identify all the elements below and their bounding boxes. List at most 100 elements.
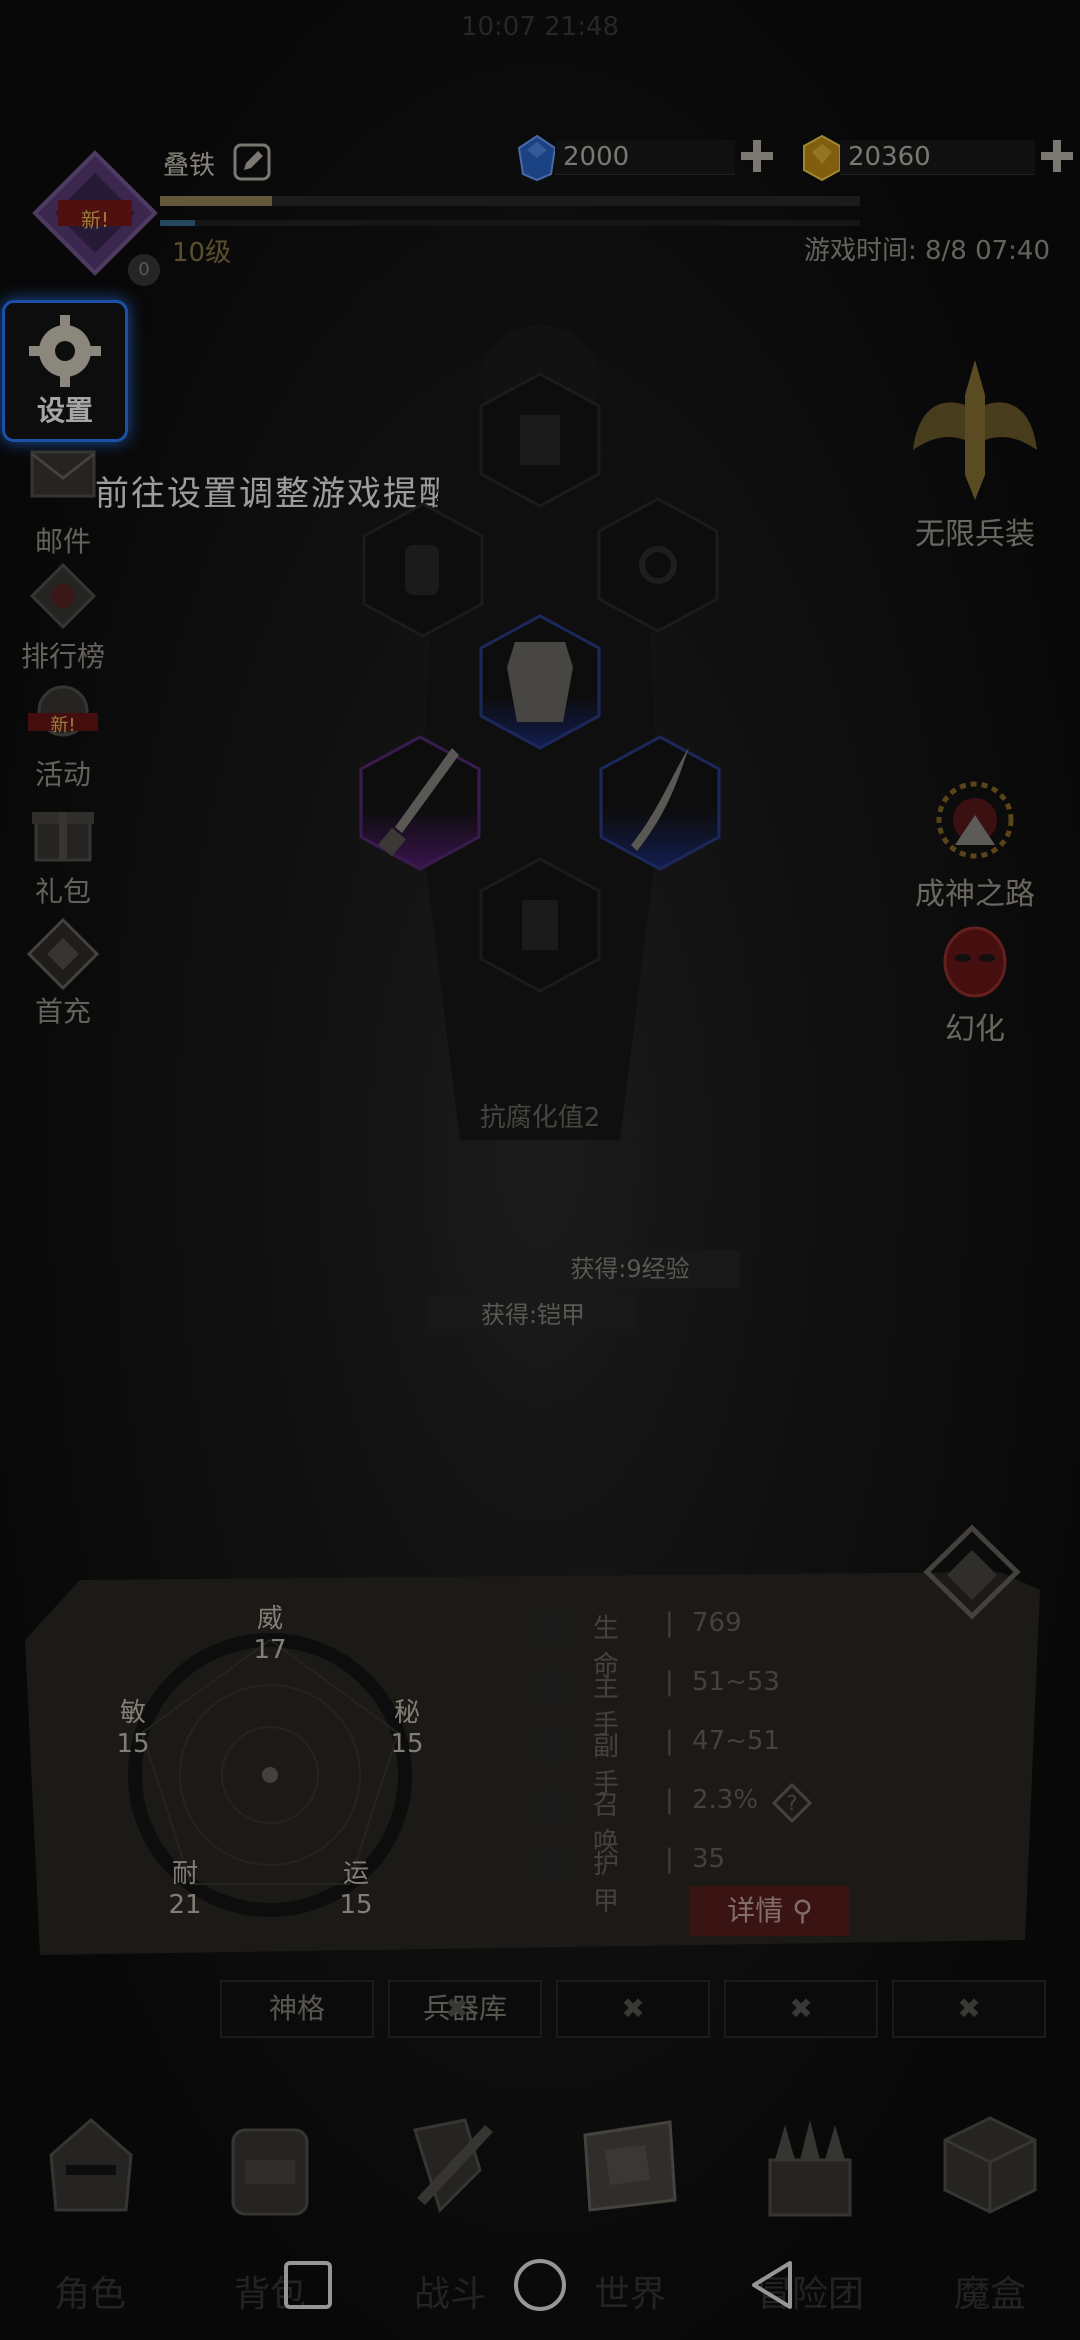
game-time: 游戏时间: 8/8 07:40 bbox=[803, 236, 1050, 266]
corruption-resistance-label: 抗腐化值2 bbox=[479, 1103, 601, 1133]
lock-icon: ✖ bbox=[621, 1992, 645, 2025]
gold-currency: 20360 bbox=[800, 134, 1075, 182]
blue-gem-icon bbox=[517, 134, 557, 182]
stats-toggle-icon[interactable] bbox=[917, 1520, 1027, 1630]
radar-center-icon bbox=[262, 1767, 278, 1783]
menu-settings-label: 设置 bbox=[36, 394, 93, 427]
main-hand-icon bbox=[535, 1671, 567, 1703]
tab-divinity[interactable]: 神格 bbox=[220, 1980, 374, 2038]
nav-battle[interactable]: 战斗 bbox=[380, 2265, 520, 2317]
off-hand-blade-slot[interactable] bbox=[597, 733, 723, 873]
summon-icon bbox=[535, 1789, 567, 1821]
adventure-castle-icon[interactable] bbox=[755, 2110, 865, 2220]
gloves-icon bbox=[405, 545, 439, 595]
tab-locked-5[interactable]: ✖ bbox=[892, 1980, 1046, 2038]
attribute-wei: 威 17 bbox=[240, 1598, 300, 1668]
menu-activity-label: 活动 bbox=[34, 758, 91, 791]
armor-slot[interactable] bbox=[477, 612, 603, 752]
edit-name-icon[interactable] bbox=[232, 142, 272, 182]
armor-icon bbox=[535, 1848, 567, 1880]
nav-character[interactable]: 角色 bbox=[20, 2265, 160, 2317]
details-label: 详情 bbox=[727, 1894, 784, 1927]
nav-world[interactable]: 世界 bbox=[560, 2265, 700, 2317]
attribute-min-value: 15 bbox=[116, 1729, 150, 1759]
armor-icon bbox=[507, 642, 573, 722]
mask-icon bbox=[943, 926, 1007, 998]
svg-text:?: ? bbox=[787, 1791, 798, 1815]
gem-amount: 2000 bbox=[563, 142, 630, 172]
attribute-yun: 运 15 bbox=[326, 1853, 386, 1923]
status-bar-time: 10:07 21:48 bbox=[460, 12, 620, 42]
gem-currency: 2000 bbox=[515, 134, 775, 182]
gold-amount: 20360 bbox=[848, 142, 931, 172]
ring-slot[interactable] bbox=[595, 495, 721, 635]
activity-new-badge: 新! bbox=[50, 715, 76, 736]
attribute-nai-value: 21 bbox=[168, 1890, 202, 1920]
menu-settings[interactable]: 设置 bbox=[2, 300, 128, 442]
secondary-bar bbox=[160, 220, 860, 226]
helmet-slot[interactable] bbox=[477, 370, 603, 510]
help-icon[interactable]: ? bbox=[772, 1783, 812, 1823]
boots-slot[interactable] bbox=[477, 855, 603, 995]
home-icon[interactable] bbox=[510, 2255, 570, 2315]
attribute-yun-value: 15 bbox=[339, 1890, 373, 1920]
battle-sword-shield-icon[interactable] bbox=[395, 2110, 505, 2220]
tab-locked-4[interactable]: ✖ bbox=[724, 1980, 878, 2038]
menu-ranking-label: 排行榜 bbox=[20, 640, 105, 673]
attribute-wei-value: 17 bbox=[253, 1635, 287, 1665]
attribute-mi: 秘 15 bbox=[377, 1692, 437, 1762]
recent-apps-icon[interactable] bbox=[278, 2255, 338, 2315]
attribute-wei-name: 威 bbox=[256, 1604, 283, 1634]
magnifier-icon: ⚲ bbox=[792, 1894, 813, 1927]
exp-gain-toast: 获得:9经验 bbox=[520, 1250, 740, 1288]
attribute-yun-name: 运 bbox=[342, 1859, 369, 1889]
menu-gift-label: 礼包 bbox=[34, 875, 91, 908]
god-path-label: 成神之路 bbox=[915, 877, 1035, 912]
new-badge: 新! bbox=[80, 208, 110, 232]
off-hand-icon bbox=[535, 1730, 567, 1762]
attribute-mi-value: 15 bbox=[390, 1729, 424, 1759]
character-helmet-icon[interactable] bbox=[36, 2110, 146, 2220]
tab-locked-3[interactable]: ✖ bbox=[556, 1980, 710, 2038]
infinite-gear-label: 无限兵装 bbox=[915, 517, 1035, 552]
infinite-gear-button[interactable]: 无限兵装 bbox=[875, 355, 1075, 553]
transform-label: 幻化 bbox=[945, 1012, 1005, 1047]
transform-button[interactable]: 幻化 bbox=[875, 920, 1075, 1048]
first-charge-icon bbox=[26, 917, 100, 991]
gold-gem-icon bbox=[803, 134, 841, 182]
menu-ranking[interactable]: 排行榜 bbox=[8, 555, 118, 673]
experience-bar bbox=[160, 196, 860, 206]
world-map-icon[interactable] bbox=[575, 2110, 685, 2220]
menu-mail-label: 邮件 bbox=[34, 525, 91, 558]
player-level: 10级 bbox=[172, 238, 232, 268]
nav-magic-box[interactable]: 魔盒 bbox=[920, 2265, 1060, 2317]
player-name: 叠铁 bbox=[163, 151, 216, 181]
god-path-emblem-icon bbox=[936, 781, 1014, 859]
attribute-min: 敏 15 bbox=[103, 1692, 163, 1762]
attribute-mi-name: 秘 bbox=[393, 1698, 420, 1728]
god-path-button[interactable]: 成神之路 bbox=[875, 775, 1075, 913]
main-hand-sword-slot[interactable] bbox=[357, 733, 483, 873]
lock-icon: ✖ bbox=[445, 1992, 469, 2025]
boots-icon bbox=[522, 900, 558, 950]
back-icon[interactable] bbox=[742, 2255, 802, 2315]
gear-icon bbox=[29, 315, 101, 387]
attribute-nai: 耐 21 bbox=[155, 1853, 215, 1923]
add-gem-icon[interactable] bbox=[739, 138, 775, 174]
envelope-icon bbox=[30, 450, 96, 498]
menu-gift[interactable]: 礼包 bbox=[8, 790, 118, 908]
menu-activity[interactable]: 新! 活动 bbox=[8, 673, 118, 791]
attribute-nai-name: 耐 bbox=[171, 1859, 198, 1889]
magic-box-cube-icon[interactable] bbox=[935, 2110, 1045, 2220]
ranking-icon bbox=[29, 562, 97, 630]
tab-armory[interactable]: 兵器库 ✖ bbox=[388, 1980, 542, 2038]
menu-first-charge-label: 首充 bbox=[34, 995, 91, 1028]
backpack-icon[interactable] bbox=[215, 2110, 325, 2220]
lock-icon: ✖ bbox=[957, 1992, 981, 2025]
menu-first-charge[interactable]: 首充 bbox=[8, 910, 118, 1028]
add-gold-icon[interactable] bbox=[1039, 138, 1075, 174]
gift-icon bbox=[32, 812, 94, 862]
details-button[interactable]: 详情 ⚲ bbox=[690, 1886, 850, 1936]
gloves-slot[interactable] bbox=[360, 500, 486, 640]
winged-sword-emblem-icon bbox=[913, 360, 1037, 500]
